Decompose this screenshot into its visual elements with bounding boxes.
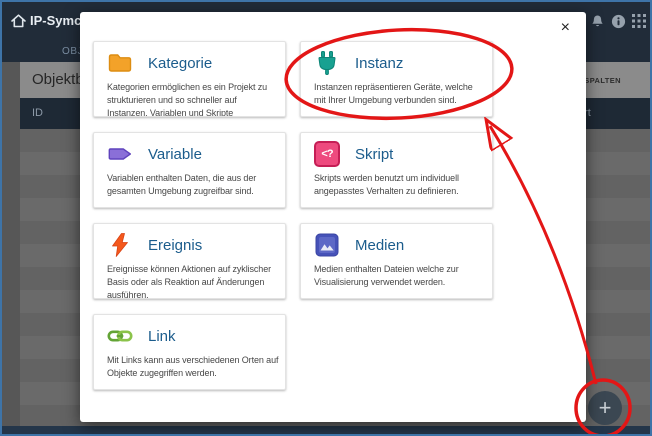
plug-icon	[314, 50, 340, 76]
card-ereignis[interactable]: Ereignis Ereignisse können Aktionen auf …	[93, 223, 286, 299]
lightning-icon	[107, 232, 133, 258]
bottom-bar	[2, 426, 650, 434]
script-icon-text: <?	[321, 148, 332, 160]
card-skript[interactable]: <? Skript Skripts werden benutzt um indi…	[300, 132, 493, 208]
add-object-dialog: × Kategorie Kategorien ermöglichen es ei…	[80, 12, 586, 422]
apps-grid-icon[interactable]	[632, 14, 646, 33]
card-description: Mit Links kann aus verschiedenen Orten a…	[107, 354, 279, 380]
left-edge-strip	[2, 62, 20, 426]
card-title: Skript	[355, 146, 393, 163]
home-icon[interactable]	[10, 13, 27, 34]
info-icon[interactable]	[611, 14, 626, 34]
card-title: Medien	[355, 237, 404, 254]
app-window: IP-Symcon OBJEKTBAUM Objektbaum SPALTEN …	[0, 0, 652, 436]
card-description: Kategorien ermöglichen es ein Projekt zu…	[107, 81, 279, 117]
columns-button-label: SPALTEN	[584, 76, 621, 85]
card-description: Skripts werden benutzt um individuell an…	[314, 172, 486, 198]
card-kategorie[interactable]: Kategorie Kategorien ermöglichen es ein …	[93, 41, 286, 117]
card-link[interactable]: Link Mit Links kann aus verschiedenen Or…	[93, 314, 286, 390]
folder-icon	[107, 50, 133, 76]
add-object-button[interactable]: +	[588, 391, 622, 425]
card-title: Kategorie	[148, 55, 212, 72]
card-title: Link	[148, 328, 176, 345]
card-medien[interactable]: Medien Medien enthalten Dateien welche z…	[300, 223, 493, 299]
link-icon	[107, 323, 133, 349]
column-header-id: ID	[32, 107, 43, 119]
card-description: Variablen enthalten Daten, die aus der g…	[107, 172, 279, 198]
close-icon[interactable]: ×	[559, 18, 572, 38]
card-variable[interactable]: Variable Variablen enthalten Daten, die …	[93, 132, 286, 208]
media-icon	[314, 232, 340, 258]
tag-icon	[107, 141, 133, 167]
card-title: Ereignis	[148, 237, 202, 254]
card-description: Instanzen repräsentieren Geräte, welche …	[314, 81, 486, 107]
bell-icon[interactable]	[590, 14, 605, 34]
card-description: Medien enthalten Dateien welche zur Visu…	[314, 263, 486, 289]
card-title: Variable	[148, 146, 202, 163]
card-title: Instanz	[355, 55, 403, 72]
card-instanz[interactable]: Instanz Instanzen repräsentieren Geräte,…	[300, 41, 493, 117]
script-icon: <?	[314, 141, 340, 167]
object-type-cards: Kategorie Kategorien ermöglichen es ein …	[93, 41, 493, 390]
card-description: Ereignisse können Aktionen auf zyklische…	[107, 263, 279, 299]
